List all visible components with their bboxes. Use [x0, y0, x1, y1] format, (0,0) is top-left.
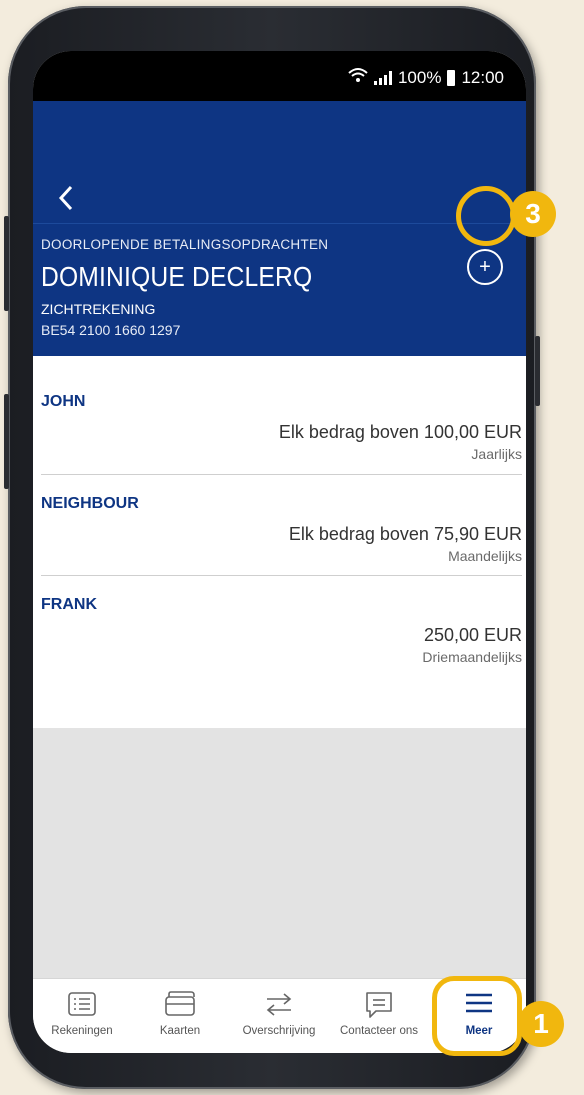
tab-label: Rekeningen — [51, 1025, 113, 1037]
account-iban: BE54 2100 1660 1297 — [41, 322, 181, 338]
list-icon — [68, 992, 96, 1016]
tab-label: Overschrijving — [242, 1025, 316, 1037]
header-divider — [33, 223, 526, 224]
bixby-button — [4, 394, 9, 489]
order-amount: 250,00 EUR — [423, 625, 522, 645]
tab-label: Kaarten — [159, 1025, 201, 1037]
power-button — [535, 336, 540, 406]
phone-frame: 100% 12:00 DOORLOPENDE BETALINGSOPDRACHT… — [4, 6, 540, 1089]
list-item[interactable]: FRANK 250,00 EUR Driemaandelijks — [33, 577, 526, 727]
payee-name: JOHN — [41, 393, 86, 410]
order-amount: Elk bedrag boven 100,00 EUR — [278, 422, 522, 442]
tab-label: Contacteer ons — [340, 1025, 418, 1037]
volume-button — [4, 216, 9, 311]
tab-overschrijving[interactable]: Overschrijving — [230, 979, 328, 1039]
callout-badge-3: 3 — [510, 191, 556, 237]
payee-name: FRANK — [41, 596, 97, 613]
tab-kaarten[interactable]: Kaarten — [131, 979, 229, 1039]
chevron-left-icon — [58, 185, 73, 211]
card-icon — [165, 991, 195, 1016]
chat-icon — [366, 992, 392, 1018]
tab-contacteer-ons[interactable]: Contacteer ons — [330, 979, 428, 1039]
battery-percentage: 100% — [397, 67, 442, 87]
account-type: ZICHTREKENING — [41, 301, 156, 317]
back-button[interactable] — [55, 183, 79, 213]
list-divider — [41, 474, 522, 475]
signal-icon — [373, 70, 392, 85]
plus-icon: + — [479, 255, 491, 278]
account-holder-name: DOMINIQUE DECLERQ — [41, 261, 313, 292]
clock: 12:00 — [461, 67, 504, 87]
list-item[interactable]: JOHN Elk bedrag boven 100,00 EUR Jaarlij… — [33, 356, 526, 476]
standing-orders-list: JOHN Elk bedrag boven 100,00 EUR Jaarlij… — [33, 356, 526, 728]
status-bar: 100% 12:00 — [33, 51, 526, 101]
payee-name: NEIGHBOUR — [41, 495, 139, 512]
tab-rekeningen[interactable]: Rekeningen — [33, 979, 131, 1039]
order-frequency: Jaarlijks — [471, 446, 522, 462]
add-order-button[interactable]: + — [467, 249, 503, 285]
list-item[interactable]: NEIGHBOUR Elk bedrag boven 75,90 EUR Maa… — [33, 476, 526, 576]
section-title: DOORLOPENDE BETALINGSOPDRACHTEN — [41, 237, 329, 252]
screen: 100% 12:00 DOORLOPENDE BETALINGSOPDRACHT… — [33, 51, 526, 1053]
wifi-icon — [348, 67, 368, 88]
battery-icon — [447, 69, 456, 86]
order-frequency: Maandelijks — [448, 548, 522, 564]
transfer-icon — [266, 993, 292, 1016]
order-amount: Elk bedrag boven 75,90 EUR — [288, 524, 522, 544]
list-divider — [41, 575, 522, 576]
highlight-ring-add — [456, 186, 516, 246]
order-frequency: Driemaandelijks — [422, 649, 522, 665]
callout-badge-1: 1 — [518, 1001, 564, 1047]
highlight-ring-meer — [432, 976, 522, 1056]
account-header: DOORLOPENDE BETALINGSOPDRACHTEN DOMINIQU… — [33, 101, 526, 356]
